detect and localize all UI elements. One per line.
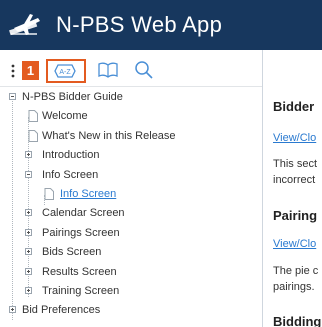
section-heading: Bidding — [273, 314, 322, 327]
collapse-icon[interactable] — [25, 170, 32, 178]
toc-item-label: Pairings Screen — [42, 226, 120, 239]
app-header: N-PBS Web App — [0, 0, 322, 50]
page-icon — [28, 129, 38, 142]
toc-item-training-screen[interactable]: Training Screen — [0, 282, 262, 301]
toc-panel: 1 A-Z N-PBS Bidder Guide Welcome What's … — [0, 50, 263, 327]
more-options-icon[interactable] — [11, 64, 15, 78]
expand-icon[interactable] — [25, 151, 32, 159]
toc-item-label: Introduction — [42, 149, 100, 162]
page-icon — [44, 187, 54, 200]
section-paragraph: The pie c — [273, 265, 319, 277]
toc-item-calendar-screen[interactable]: Calendar Screen — [0, 204, 262, 223]
toc-toolbar: 1 A-Z — [0, 50, 262, 87]
toc-item-label: What's New in this Release — [42, 129, 176, 142]
toc-item-label: Results Screen — [42, 265, 117, 278]
toc-item-welcome[interactable]: Welcome — [0, 107, 262, 126]
book-icon[interactable] — [96, 59, 128, 81]
toc-item-label: Calendar Screen — [42, 207, 125, 220]
expand-icon[interactable] — [25, 228, 32, 236]
toc-item-label: N-PBS Bidder Guide — [22, 91, 123, 103]
expand-icon[interactable] — [25, 209, 32, 217]
toc-item-label: Welcome — [42, 110, 88, 123]
section-heading: Pairing — [273, 208, 318, 223]
toc-item-label: Bid Preferences — [22, 304, 101, 317]
expand-icon[interactable] — [9, 306, 16, 314]
page-icon — [28, 110, 38, 123]
toc-item-label: Bids Screen — [42, 246, 102, 259]
toc-item-bids-screen[interactable]: Bids Screen — [0, 243, 262, 262]
toc-item-info-screen-page[interactable]: Info Screen — [0, 185, 262, 204]
step-badge: 1 — [22, 61, 39, 80]
toc-tree: N-PBS Bidder Guide Welcome What's New in… — [0, 88, 262, 321]
toc-item-label-active[interactable]: Info Screen — [60, 185, 116, 204]
sort-az-button[interactable]: A-Z — [46, 59, 86, 83]
section-paragraph: incorrect — [273, 174, 316, 186]
sort-az-label: A-Z — [59, 69, 71, 76]
toc-item-whats-new[interactable]: What's New in this Release — [0, 127, 262, 146]
toc-item-results-screen[interactable]: Results Screen — [0, 263, 262, 282]
view-close-link[interactable]: View/Clo — [273, 238, 316, 250]
toc-item-pairings-screen[interactable]: Pairings Screen — [0, 224, 262, 243]
section-heading: Bidder — [273, 99, 315, 114]
section-paragraph: pairings. — [273, 281, 315, 293]
toc-item-bidder-guide[interactable]: N-PBS Bidder Guide — [0, 88, 262, 107]
expand-icon[interactable] — [25, 267, 32, 275]
search-icon[interactable] — [132, 59, 164, 81]
expand-icon[interactable] — [25, 248, 32, 256]
toc-item-introduction[interactable]: Introduction — [0, 146, 262, 165]
view-close-link[interactable]: View/Clo — [273, 132, 316, 144]
toc-item-label: Training Screen — [42, 284, 120, 297]
topic-content: Bidder View/Clo This sect incorrect Pair… — [263, 50, 322, 327]
expand-icon[interactable] — [25, 286, 32, 294]
toc-item-label: Info Screen — [42, 168, 99, 181]
airplane-logo-icon — [8, 10, 42, 38]
app-title: N-PBS Web App — [56, 12, 223, 37]
toc-item-bid-preferences[interactable]: Bid Preferences — [0, 301, 262, 320]
toc-item-info-screen[interactable]: Info Screen — [0, 166, 262, 185]
collapse-icon[interactable] — [9, 93, 16, 100]
section-paragraph: This sect — [273, 158, 318, 170]
